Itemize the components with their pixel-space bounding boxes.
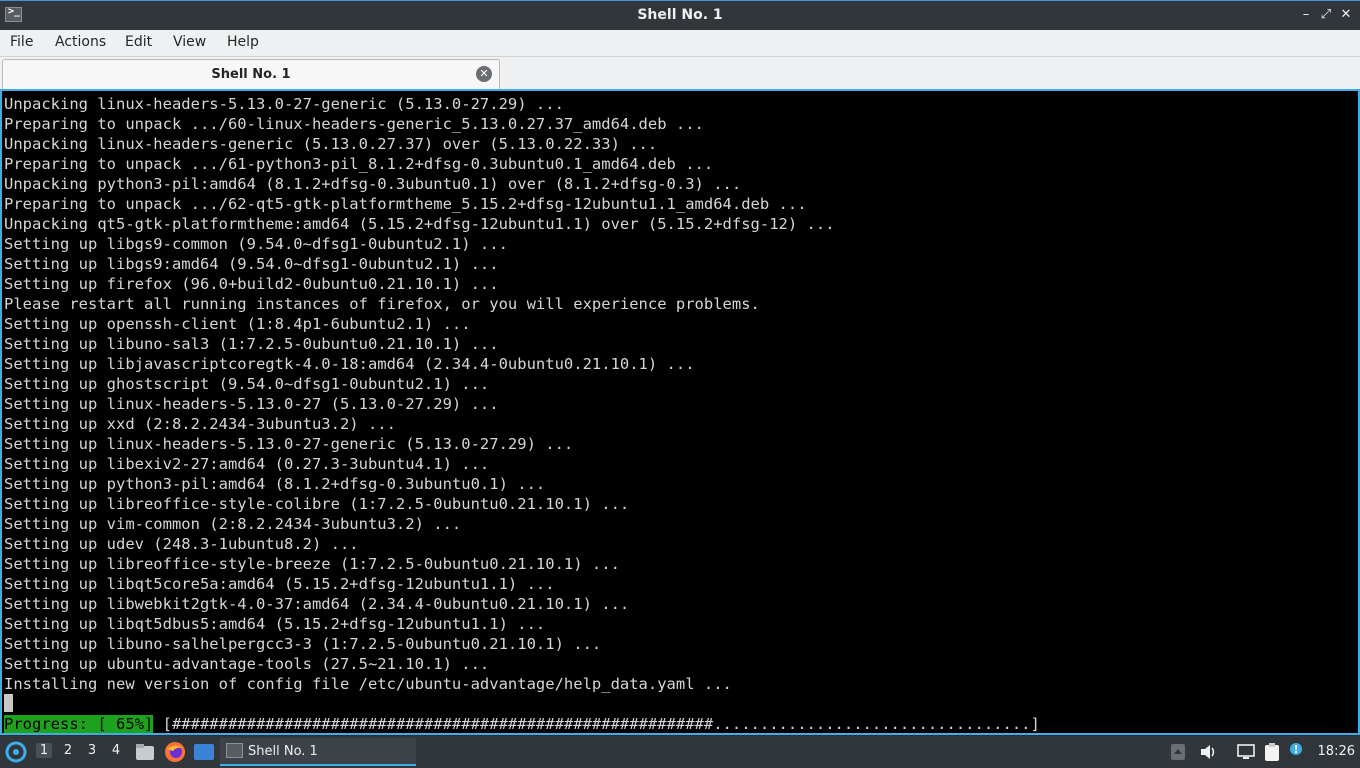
workspace-2[interactable]: 2 (60, 743, 76, 758)
terminal-line: Installing new version of config file /e… (4, 675, 732, 693)
progress-bar: [#######################################… (153, 715, 1040, 733)
terminal-line: Setting up linux-headers-5.13.0-27 (5.13… (4, 395, 499, 413)
terminal-line: Unpacking linux-headers-generic (5.13.0.… (4, 135, 658, 153)
terminal-line: Please restart all running instances of … (4, 295, 760, 313)
terminal-line: Preparing to unpack .../60-linux-headers… (4, 115, 704, 133)
terminal-line: Setting up xxd (2:8.2.2434-3ubuntu3.2) .… (4, 415, 396, 433)
terminal-line: Setting up libreoffice-style-breeze (1:7… (4, 555, 620, 573)
taskbar: 1 2 3 4 Shell No. 1 18:26 (0, 736, 1360, 768)
terminal-line: Setting up openssh-client (1:8.4p1-6ubun… (4, 315, 471, 333)
menu-help[interactable]: Help (227, 34, 259, 50)
terminal-line: Preparing to unpack .../61-python3-pil_8… (4, 155, 714, 173)
clock[interactable]: 18:26 (1318, 744, 1355, 759)
menu-edit[interactable]: Edit (125, 34, 152, 50)
taskbar-task-shell[interactable]: Shell No. 1 (220, 738, 416, 766)
window-title: Shell No. 1 (637, 7, 723, 23)
workspace-4[interactable]: 4 (108, 743, 124, 758)
menu-file[interactable]: File (10, 34, 33, 50)
menu-bar: File Actions Edit View Help (0, 30, 1360, 57)
progress-row: Progress: [ 65%] [######################… (4, 714, 1040, 734)
volume-icon[interactable] (1199, 743, 1219, 761)
terminal-line: Preparing to unpack .../62-qt5-gtk-platf… (4, 195, 807, 213)
terminal-line: Setting up vim-common (2:8.2.2434-3ubunt… (4, 515, 462, 533)
task-label: Shell No. 1 (248, 744, 318, 759)
tab-bar: Shell No. 1 ✕ (0, 57, 1360, 89)
terminal-line: Setting up libqt5core5a:amd64 (5.15.2+df… (4, 575, 555, 593)
firefox-icon[interactable] (164, 741, 186, 763)
terminal-line: Setting up libreoffice-style-colibre (1:… (4, 495, 630, 513)
terminal-line: Unpacking qt5-gtk-platformtheme:amd64 (5… (4, 215, 835, 233)
tab-close-icon[interactable]: ✕ (476, 66, 492, 82)
workspace-3[interactable]: 3 (84, 743, 100, 758)
terminal-line: Setting up libjavascriptcoregtk-4.0-18:a… (4, 355, 695, 373)
terminal-cursor (4, 694, 13, 712)
clipboard-icon[interactable] (1263, 742, 1281, 762)
menu-actions[interactable]: Actions (55, 34, 106, 50)
workspace-1[interactable]: 1 (36, 743, 52, 758)
tab-shell-1[interactable]: Shell No. 1 ✕ (2, 59, 500, 89)
terminal-line: Setting up libgs9-common (9.54.0~dfsg1-0… (4, 235, 508, 253)
start-menu-icon[interactable] (5, 741, 27, 763)
menu-view[interactable]: View (173, 34, 206, 50)
tab-label: Shell No. 1 (211, 67, 291, 82)
terminal-output[interactable]: Unpacking linux-headers-5.13.0-27-generi… (0, 89, 1360, 735)
terminal-lines: Unpacking linux-headers-5.13.0-27-generi… (4, 94, 835, 694)
terminal-line: Unpacking linux-headers-5.13.0-27-generi… (4, 95, 564, 113)
terminal-line: Setting up linux-headers-5.13.0-27-gener… (4, 435, 574, 453)
maximize-button[interactable]: ⤢ (1317, 5, 1335, 25)
terminal-line: Setting up udev (248.3-1ubuntu8.2) ... (4, 535, 359, 553)
terminal-line: Setting up libuno-sal3 (1:7.2.5-0ubuntu0… (4, 335, 499, 353)
terminal-line: Setting up ubuntu-advantage-tools (27.5~… (4, 655, 490, 673)
terminal-task-icon (226, 743, 243, 758)
terminal-line: Setting up libgs9:amd64 (9.54.0~dfsg1-0u… (4, 255, 499, 273)
window-titlebar[interactable]: >_ Shell No. 1 – ⤢ ✕ (0, 0, 1360, 30)
terminal-line: Unpacking python3-pil:amd64 (8.1.2+dfsg-… (4, 175, 742, 193)
notification-icon[interactable] (1289, 741, 1303, 755)
minimize-button[interactable]: – (1297, 5, 1315, 25)
network-icon[interactable] (1236, 743, 1256, 761)
terminal-line: Setting up firefox (96.0+build2-0ubuntu0… (4, 275, 499, 293)
file-manager-icon[interactable] (135, 742, 155, 762)
terminal-line: Setting up libqt5dbus5:amd64 (5.15.2+dfs… (4, 615, 546, 633)
terminal-line: Setting up libwebkit2gtk-4.0-37:amd64 (2… (4, 595, 630, 613)
terminal-line: Setting up libuno-salhelpergcc3-3 (1:7.2… (4, 635, 602, 653)
close-button[interactable]: ✕ (1337, 5, 1355, 25)
terminal-line: Setting up python3-pil:amd64 (8.1.2+dfsg… (4, 475, 546, 493)
progress-label: Progress: [ 65%] (4, 715, 154, 733)
desktop-icon[interactable] (193, 742, 215, 762)
terminal-line: Setting up ghostscript (9.54.0~dfsg1-0ub… (4, 375, 490, 393)
terminal-line: Setting up libexiv2-27:amd64 (0.27.3-3ub… (4, 455, 490, 473)
tray-up-icon[interactable] (1170, 743, 1186, 761)
